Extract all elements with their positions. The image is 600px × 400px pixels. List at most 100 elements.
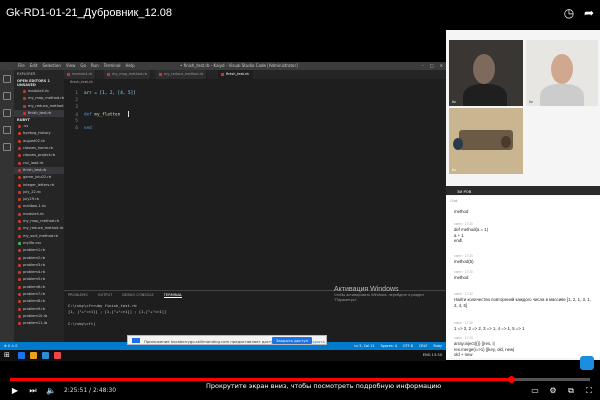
code-line[interactable]: 6 end xyxy=(64,125,446,132)
clock-icon[interactable]: ◷ xyxy=(562,6,576,20)
code-line[interactable]: 3 xyxy=(64,104,446,111)
taskbar-folder-icon[interactable] xyxy=(30,352,37,359)
file-item[interactable]: problem6.rb xyxy=(14,284,64,291)
open-editor-item[interactable]: finish_test.rb xyxy=(14,109,64,118)
menu-item[interactable]: View xyxy=(66,63,76,68)
play-icon[interactable]: ▶ xyxy=(10,386,20,396)
menu-item[interactable]: Edit xyxy=(30,63,38,68)
taskbar-vscode-icon[interactable] xyxy=(42,352,49,359)
file-item[interactable]: csv_load.rb xyxy=(14,160,64,167)
file-item[interactable]: my_map_method.rb xyxy=(14,218,64,225)
editor-tab[interactable]: finish_test.rb xyxy=(218,70,253,79)
participant-video[interactable]: Ilz xyxy=(526,40,598,106)
file-item[interactable]: classes_home.rb xyxy=(14,145,64,152)
open-editor-item[interactable]: my_map_method.rb xyxy=(14,95,64,102)
code-editor[interactable]: 1 arr = [1, 2, [4, 5]] 2 3 4 def my_flatten 5 6… xyxy=(64,84,446,284)
file-item[interactable]: .vs xyxy=(14,123,64,130)
file-item[interactable]: july29.rb xyxy=(14,196,64,203)
panel-tab[interactable]: TERMINAL xyxy=(163,293,183,298)
panel-tab[interactable]: PROBLEMS xyxy=(68,293,88,297)
menu-item[interactable]: Terminal xyxy=(104,63,121,68)
next-icon[interactable]: ⏭ xyxy=(28,386,38,396)
file-item[interactable]: module4.rb xyxy=(14,211,64,218)
editor-tab[interactable]: my_map_method.rb xyxy=(104,70,152,79)
menu-item[interactable]: Run xyxy=(91,63,99,68)
taskbar-browser-icon[interactable] xyxy=(54,352,61,359)
file-item[interactable]: problem4.rb xyxy=(14,269,64,276)
file-item[interactable]: problem5.rb xyxy=(14,276,64,283)
files-icon[interactable] xyxy=(3,75,11,83)
extensions-icon[interactable] xyxy=(3,143,11,151)
participant-video[interactable]: Ilz xyxy=(449,40,523,106)
status-item[interactable]: Ln 5, Col 11 xyxy=(354,344,374,348)
open-editor-item[interactable]: module4.rb xyxy=(14,88,64,95)
code-line[interactable]: 1 arr = [1, 2, [4, 5]] xyxy=(64,90,446,97)
miniplayer-icon[interactable]: ⧉ xyxy=(566,386,576,396)
file-item[interactable]: mailbox-1.rb xyxy=(14,203,64,210)
status-item[interactable]: Ruby xyxy=(433,344,442,348)
open-editors-label[interactable]: OPEN EDITORS 1 UNSAVED xyxy=(14,78,64,88)
file-item[interactable]: integer_letters.rb xyxy=(14,182,64,189)
file-item[interactable]: problem8.rb xyxy=(14,298,64,305)
code-line[interactable]: 2 xyxy=(64,97,446,104)
status-item[interactable]: CRLF xyxy=(419,344,428,348)
minimize-icon[interactable]: – xyxy=(422,63,424,68)
share-icon[interactable]: ➦ xyxy=(582,6,596,20)
subtitles-icon[interactable]: ▭ xyxy=(530,386,540,396)
chat-message-meta: name · 17:30 xyxy=(454,270,473,274)
panel-tab[interactable]: DEBUG CONSOLE xyxy=(122,293,153,297)
taskbar-app-icon[interactable] xyxy=(18,352,25,359)
participant-video[interactable]: Ilz xyxy=(449,108,523,174)
file-item[interactable]: finish_test.rb xyxy=(14,166,64,175)
chat-message-text: method(5) xyxy=(454,259,474,264)
file-item[interactable]: mylife.csv xyxy=(14,240,64,247)
status-item[interactable]: UTF-8 xyxy=(403,344,413,348)
menu-item[interactable]: Go xyxy=(80,63,86,68)
file-item[interactable]: july_22.rb xyxy=(14,189,64,196)
menu-item[interactable]: File xyxy=(18,63,25,68)
file-item[interactable]: problem3.rb xyxy=(14,262,64,269)
activity-bar xyxy=(0,70,14,342)
file-name: problem3.rb xyxy=(23,262,46,267)
file-item[interactable]: byebug_history xyxy=(14,130,64,137)
file-name: module4.rb xyxy=(28,89,49,93)
menu-item[interactable]: Help xyxy=(126,63,135,68)
progress-bar[interactable] xyxy=(10,376,590,383)
search-icon[interactable] xyxy=(3,92,11,100)
file-item[interactable]: my_sort_method.rb xyxy=(14,233,64,240)
chat-message-meta: name · 17:30 xyxy=(454,254,473,258)
file-item[interactable]: my_reduce_method.rb xyxy=(14,225,64,232)
volume-icon[interactable]: 🔈 xyxy=(46,386,56,396)
debug-icon[interactable] xyxy=(3,126,11,134)
source-control-icon[interactable] xyxy=(3,109,11,117)
vscode-window-title: • finish_test.rb - Kaiyd - Visual Studio… xyxy=(180,63,298,68)
file-item[interactable]: problem10.rb xyxy=(14,313,64,320)
maximize-icon[interactable]: □ xyxy=(430,63,434,68)
hide-button[interactable]: Скрыть xyxy=(310,339,325,344)
status-item[interactable]: Spaces: 4 xyxy=(381,344,397,348)
file-item[interactable]: classes_project.rb xyxy=(14,152,64,159)
file-item[interactable]: problem9.rb xyxy=(14,306,64,313)
fullscreen-icon[interactable]: ⛶ xyxy=(584,386,594,396)
file-item[interactable]: game_julu02.rb xyxy=(14,174,64,181)
terminal-line: [1, ["+"=>1]] ; [1,["+"=>1]] ; [1,["+"=>… xyxy=(68,309,167,314)
status-problems[interactable]: ⊗ 0 ⚠ 0 xyxy=(4,344,17,348)
code-line[interactable]: 5 xyxy=(64,118,446,125)
terminal-output[interactable]: C:\ruby\cf>ruby finish_test.rb [1, ["+"=>… xyxy=(68,303,166,327)
settings-icon[interactable]: ⚙ xyxy=(548,386,558,396)
file-item[interactable]: problem11.rb xyxy=(14,320,64,327)
file-item[interactable]: problem7.rb xyxy=(14,291,64,298)
editor-tab[interactable]: my_reduce_method.rb xyxy=(156,70,208,79)
editor-tab[interactable]: module4.rb xyxy=(64,70,97,79)
windows-start-icon[interactable]: ⊞ xyxy=(4,352,11,359)
file-item[interactable]: august02.rb xyxy=(14,138,64,145)
stop-sharing-button[interactable]: Закрыть доступ xyxy=(272,337,313,344)
file-item[interactable]: problem1.rb xyxy=(14,247,64,254)
file-name: mailbox-1.rb xyxy=(23,204,46,209)
code-line[interactable]: 4 def my_flatten xyxy=(64,111,446,118)
open-editor-item[interactable]: my_reduce_method.rb xyxy=(14,103,64,110)
file-item[interactable]: problem2.rb xyxy=(14,255,64,262)
close-icon[interactable]: ✕ xyxy=(440,63,443,68)
menu-item[interactable]: Selection xyxy=(42,63,60,68)
panel-tab[interactable]: OUTPUT xyxy=(98,293,113,297)
